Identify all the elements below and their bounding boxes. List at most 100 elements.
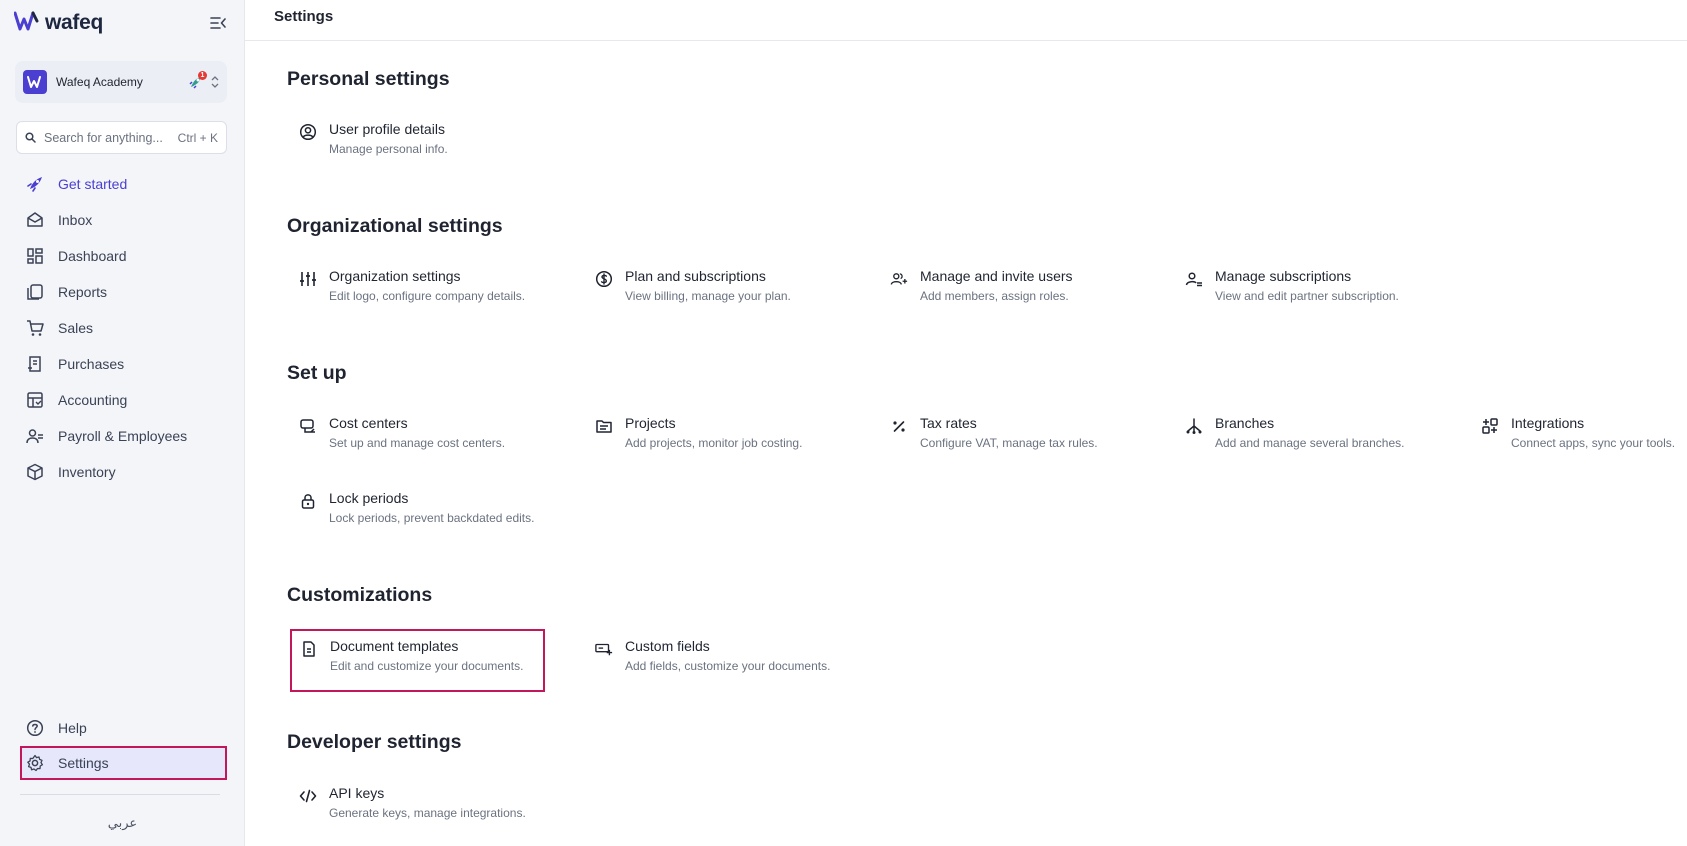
tile-title: Plan and subscriptions	[625, 268, 766, 284]
section-title-organizational: Organizational settings	[287, 215, 503, 237]
nav-item-inventory[interactable]: Inventory	[20, 454, 227, 490]
topbar: Settings	[245, 0, 1687, 41]
users-add-icon	[890, 270, 908, 288]
org-name: Wafeq Academy	[56, 75, 143, 89]
lock-icon	[299, 492, 317, 510]
page-title: Settings	[274, 8, 334, 25]
tile-manage-subscriptions[interactable]: Manage subscriptions View and edit partne…	[1175, 259, 1465, 315]
cost-centers-icon	[299, 417, 317, 435]
nav-item-get-started[interactable]: Get started	[20, 166, 227, 202]
tile-title: User profile details	[329, 121, 445, 137]
tile-title: Document templates	[330, 638, 459, 654]
nav-item-help[interactable]: Help	[20, 711, 227, 745]
dollar-circle-icon	[595, 270, 613, 288]
language-toggle[interactable]: عربي	[0, 815, 245, 831]
tile-plan-and-subscriptions[interactable]: Plan and subscriptions View billing, mana…	[585, 259, 865, 315]
tile-custom-fields[interactable]: Custom fields Add fields, customize your …	[585, 629, 865, 685]
organization-switcher[interactable]: Wafeq Academy 1	[15, 61, 227, 103]
nav-item-dashboard[interactable]: Dashboard	[20, 238, 227, 274]
notifications-button[interactable]: 1	[186, 71, 207, 91]
chevron-up-down-icon	[211, 76, 219, 88]
tile-user-profile-details[interactable]: User profile details Manage personal info…	[289, 112, 569, 168]
nav-label: Payroll & Employees	[58, 428, 188, 444]
tile-title: Cost centers	[329, 415, 408, 431]
integrations-icon	[1481, 417, 1499, 435]
tile-document-templates[interactable]: Document templates Edit and customize you…	[290, 629, 545, 692]
tile-title: Manage and invite users	[920, 268, 1073, 284]
tile-tax-rates[interactable]: Tax rates Configure VAT, manage tax rules…	[880, 406, 1165, 462]
nav-item-sales[interactable]: Sales	[20, 310, 227, 346]
tile-lock-periods[interactable]: Lock periods Lock periods, prevent backda…	[289, 481, 579, 537]
nav-item-reports[interactable]: Reports	[20, 274, 227, 310]
search-input[interactable]	[44, 130, 178, 145]
document-icon	[300, 640, 318, 658]
tile-desc: Edit and customize your documents.	[330, 659, 524, 673]
tile-desc: Configure VAT, manage tax rules.	[920, 436, 1098, 450]
tile-desc: Set up and manage cost centers.	[329, 436, 506, 450]
logo[interactable]: wafeq	[13, 11, 103, 36]
tile-desc: Add and manage several branches.	[1215, 436, 1405, 450]
tile-desc: View and edit partner subscription.	[1215, 289, 1399, 303]
search-box[interactable]: Ctrl + K	[16, 121, 227, 154]
notification-badge: 1	[198, 71, 207, 80]
tile-api-keys[interactable]: API keys Generate keys, manage integratio…	[289, 776, 569, 832]
tile-title: Branches	[1215, 415, 1275, 431]
search-shortcut: Ctrl + K	[177, 130, 218, 145]
tile-desc: Add members, assign roles.	[920, 289, 1069, 303]
section-title-developer: Developer settings	[287, 731, 462, 753]
tile-manage-and-invite-users[interactable]: Manage and invite users Add members, assi…	[880, 259, 1165, 315]
nav-item-purchases[interactable]: Purchases	[20, 346, 227, 382]
nav-label: Purchases	[58, 356, 125, 372]
tile-projects[interactable]: Projects Add projects, monitor job costin…	[585, 406, 865, 462]
tile-title: Manage subscriptions	[1215, 268, 1352, 284]
collapse-sidebar-button[interactable]	[207, 12, 229, 34]
branches-icon	[1185, 417, 1203, 435]
dashboard-icon	[26, 247, 44, 265]
nav-item-payroll-employees[interactable]: Payroll & Employees	[20, 418, 227, 454]
nav-item-inbox[interactable]: Inbox	[20, 202, 227, 238]
tile-desc: Add fields, customize your documents.	[625, 659, 831, 673]
reports-icon	[26, 283, 44, 301]
tile-title: Projects	[625, 415, 676, 431]
tile-organization-settings[interactable]: Organization settings Edit logo, configur…	[289, 259, 569, 315]
search-icon	[25, 132, 36, 143]
tile-desc: Add projects, monitor job costing.	[625, 436, 803, 450]
tile-branches[interactable]: Branches Add and manage several branches.	[1175, 406, 1465, 462]
cart-icon	[26, 319, 44, 337]
tile-desc: Connect apps, sync your tools.	[1511, 436, 1676, 450]
box-icon	[26, 463, 44, 481]
tile-title: Tax rates	[920, 415, 977, 431]
tile-cost-centers[interactable]: Cost centers Set up and manage cost cente…	[289, 406, 569, 462]
tile-title: Integrations	[1511, 415, 1585, 431]
tile-title: API keys	[329, 785, 385, 801]
tile-desc: Lock periods, prevent backdated edits.	[329, 511, 535, 525]
nav-label: Sales	[58, 320, 94, 336]
folder-icon	[595, 417, 613, 435]
sliders-icon	[299, 270, 317, 288]
collapse-icon	[210, 17, 226, 29]
wafeq-logo-icon	[13, 11, 40, 36]
tile-integrations[interactable]: Integrations Connect apps, sync your tool…	[1471, 406, 1685, 462]
sidebar: wafeq Wafeq Academy 1 Ctrl + K Get start	[0, 0, 245, 846]
nav-item-settings[interactable]: Settings	[20, 746, 227, 780]
tile-desc: Generate keys, manage integrations.	[329, 806, 526, 820]
nav-item-accounting[interactable]: Accounting	[20, 382, 227, 418]
percent-icon	[890, 417, 908, 435]
nav-label: Get started	[58, 176, 128, 192]
bottom-nav: Help Settings	[20, 711, 227, 781]
nav-label: Reports	[58, 284, 108, 300]
code-icon	[299, 787, 317, 805]
tile-desc: Edit logo, configure company details.	[329, 289, 526, 303]
org-avatar	[23, 70, 47, 94]
ledger-icon	[26, 391, 44, 409]
gear-icon	[26, 754, 44, 772]
nav-label: Settings	[58, 755, 109, 771]
sidebar-divider	[20, 794, 220, 795]
people-icon	[26, 427, 44, 445]
nav-label: Inventory	[58, 464, 116, 480]
user-circle-icon	[299, 123, 317, 141]
section-title-setup: Set up	[287, 362, 347, 384]
tile-desc: Manage personal info.	[329, 142, 448, 156]
tile-title: Organization settings	[329, 268, 461, 284]
org-logo-icon	[27, 76, 41, 88]
